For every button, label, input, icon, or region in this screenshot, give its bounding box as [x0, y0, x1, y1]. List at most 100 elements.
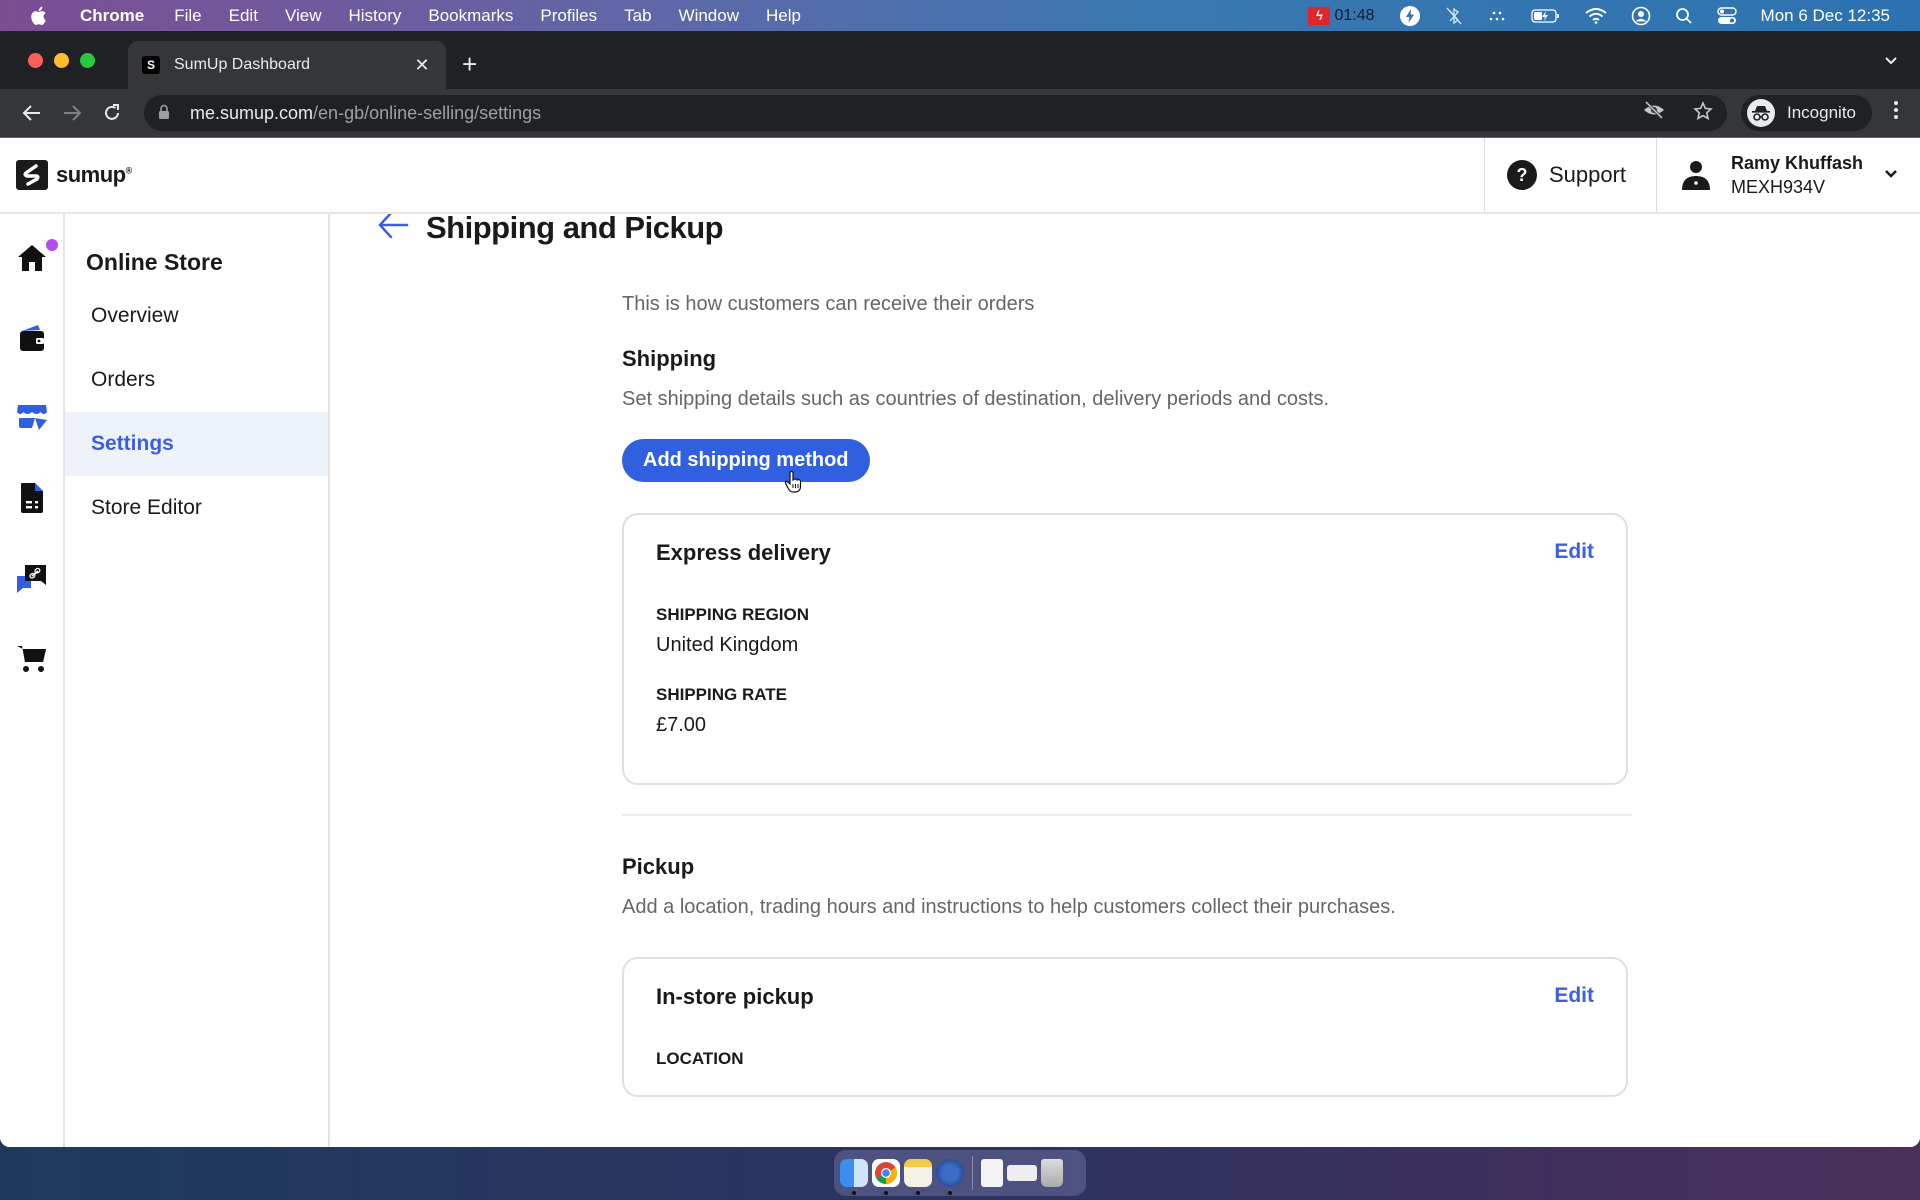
secondary-nav: Online Store Overview Orders Settings St… — [65, 214, 330, 1147]
sumup-favicon-icon: S — [142, 56, 160, 74]
dock-reeder-icon[interactable] — [936, 1159, 964, 1195]
address-bar[interactable]: me.sumup.com/en-gb/online-selling/settin… — [144, 95, 1727, 131]
rail-item-shop[interactable] — [14, 640, 50, 676]
dock-notes-icon[interactable] — [904, 1159, 932, 1195]
apple-menu-icon[interactable] — [28, 6, 48, 26]
menu-file[interactable]: File — [174, 6, 201, 26]
rail-item-wallet[interactable] — [14, 320, 50, 356]
shipping-region-label: Shipping region — [656, 605, 810, 624]
page-intro: This is how customers can receive their … — [622, 293, 1035, 315]
macos-dock — [834, 1150, 1086, 1196]
hand-cursor-icon — [784, 470, 802, 494]
url-path: /en-gb/online-selling/settings — [313, 102, 542, 123]
control-center-icon[interactable] — [1716, 6, 1737, 25]
shipping-section-title: Shipping — [622, 346, 717, 371]
back-arrow-icon[interactable] — [376, 214, 410, 242]
dots-icon[interactable] — [1487, 9, 1507, 23]
pickup-method-name: In-store pickup — [656, 984, 814, 1009]
tab-strip: S SumUp Dashboard ✕ + — [0, 31, 1920, 89]
recording-indicator[interactable]: ϟ 01:48 — [1308, 6, 1375, 25]
shipping-region-value: United Kingdom — [656, 634, 799, 656]
rail-item-payment-links[interactable] — [14, 560, 50, 596]
menubar-clock[interactable]: Mon 6 Dec 12:35 — [1761, 6, 1890, 26]
pickup-section-description: Add a location, trading hours and instru… — [622, 896, 1396, 918]
support-button[interactable]: ? Support — [1483, 138, 1656, 212]
search-icon[interactable] — [1675, 7, 1693, 25]
recording-icon: ϟ — [1308, 6, 1331, 25]
menu-profiles[interactable]: Profiles — [540, 6, 597, 26]
tab-search-chevron-icon[interactable] — [1884, 53, 1898, 69]
dock-chrome-icon[interactable] — [872, 1159, 900, 1195]
window-controls — [28, 53, 95, 68]
sumup-logo-icon — [16, 160, 48, 190]
back-button[interactable] — [14, 95, 50, 131]
wifi-icon[interactable] — [1584, 7, 1607, 24]
rail-item-invoices[interactable] — [14, 480, 50, 516]
user-icon[interactable] — [1631, 6, 1651, 26]
shipping-method-card: Express delivery Edit Shipping region Un… — [622, 513, 1628, 785]
menu-tab[interactable]: Tab — [624, 6, 651, 26]
dock-finder-icon[interactable] — [840, 1159, 868, 1195]
merchant-id: MEXH934V — [1731, 176, 1826, 197]
battery-icon[interactable] — [1530, 8, 1561, 24]
macos-menu-bar: Chrome File Edit View History Bookmarks … — [0, 0, 1920, 31]
tab-close-icon[interactable]: ✕ — [412, 55, 432, 76]
menu-bookmarks[interactable]: Bookmarks — [428, 6, 513, 26]
pickup-location-label: Location — [656, 1049, 744, 1068]
menu-view[interactable]: View — [285, 6, 322, 26]
incognito-label: Incognito — [1787, 103, 1856, 122]
maximize-window-button[interactable] — [80, 53, 95, 68]
menu-app-chrome[interactable]: Chrome — [80, 6, 144, 26]
close-window-button[interactable] — [28, 53, 43, 68]
dock-separator — [972, 1156, 973, 1190]
bookmark-star-icon[interactable] — [1693, 100, 1713, 126]
storefront-icon — [17, 405, 47, 430]
main-content: Shipping and Pickup This is how customer… — [330, 214, 1920, 1147]
shipping-rate-value: £7.00 — [656, 714, 707, 736]
new-tab-button[interactable]: + — [462, 51, 477, 77]
subnav-item-store-editor[interactable]: Store Editor — [65, 476, 328, 540]
incognito-profile-button[interactable]: Incognito — [1741, 95, 1872, 131]
eye-slash-icon[interactable] — [1643, 100, 1665, 126]
shipping-method-name: Express delivery — [656, 540, 831, 565]
dock-trash-icon[interactable] — [1041, 1159, 1063, 1187]
rail-item-home[interactable] — [14, 240, 50, 276]
menu-edit[interactable]: Edit — [229, 6, 258, 26]
person-icon — [1679, 158, 1713, 192]
chat-link-icon — [17, 565, 46, 593]
chrome-menu-icon[interactable] — [1886, 100, 1906, 126]
sumup-logo[interactable]: sumup® — [16, 160, 132, 190]
notification-dot — [46, 239, 58, 251]
home-icon — [18, 245, 46, 271]
add-shipping-method-button[interactable]: Add shipping method — [622, 439, 870, 482]
edit-shipping-method-link[interactable]: Edit — [1554, 540, 1594, 564]
invoice-icon — [21, 483, 43, 513]
shipping-section-description: Set shipping details such as countries o… — [622, 388, 1330, 410]
app-header: sumup® ? Support Ramy Khuffash MEXH934V — [0, 138, 1920, 214]
menu-help[interactable]: Help — [766, 6, 801, 26]
reload-button[interactable] — [94, 95, 130, 131]
forward-button[interactable] — [54, 95, 90, 131]
rail-item-online-store[interactable] — [14, 400, 50, 436]
dock-preview-icon[interactable] — [981, 1159, 1003, 1187]
account-name: Ramy Khuffash — [1731, 152, 1864, 173]
browser-window: S SumUp Dashboard ✕ + me.sumup.com/en-gb… — [0, 31, 1920, 1147]
minimize-window-button[interactable] — [54, 53, 69, 68]
edit-pickup-method-link[interactable]: Edit — [1554, 984, 1594, 1008]
support-label: Support — [1548, 162, 1626, 187]
tab-title: SumUp Dashboard — [174, 56, 311, 73]
menu-window[interactable]: Window — [679, 6, 739, 26]
subnav-item-settings[interactable]: Settings — [65, 412, 328, 476]
account-menu-button[interactable]: Ramy Khuffash MEXH934V — [1656, 138, 1920, 212]
dock-screenshot-icon[interactable] — [1007, 1165, 1037, 1181]
subnav-item-overview[interactable]: Overview — [65, 284, 328, 348]
bolt-icon[interactable] — [1399, 5, 1421, 27]
bluetooth-off-icon[interactable] — [1445, 6, 1463, 26]
menu-history[interactable]: History — [348, 6, 401, 26]
browser-tab-active[interactable]: S SumUp Dashboard ✕ — [128, 41, 446, 89]
section-divider — [622, 814, 1632, 816]
cart-icon — [17, 646, 46, 672]
lock-icon[interactable] — [158, 104, 174, 123]
subnav-title: Online Store — [86, 249, 223, 275]
subnav-item-orders[interactable]: Orders — [65, 348, 328, 412]
